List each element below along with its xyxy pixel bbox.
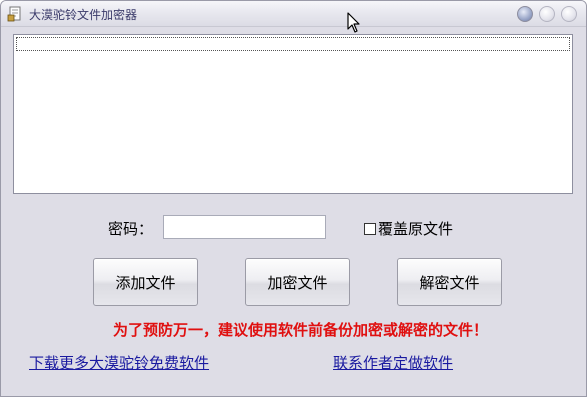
contact-author-link[interactable]: 联系作者定做软件 — [333, 352, 453, 373]
backup-warning: 为了预防万一，建议使用软件前备份加密或解密的文件！ — [112, 321, 488, 339]
title-bar[interactable]: 大漠驼铃文件加密器 — [1, 1, 586, 27]
password-input[interactable] — [163, 215, 326, 239]
decrypt-file-button[interactable]: 解密文件 — [397, 258, 502, 306]
maximize-button[interactable] — [539, 6, 555, 22]
window-title: 大漠驼铃文件加密器 — [29, 8, 138, 22]
file-list[interactable] — [13, 34, 573, 194]
file-list-focus-row[interactable] — [16, 37, 570, 51]
password-label: 密码： — [108, 220, 154, 238]
overwrite-label[interactable]: 覆盖原文件 — [378, 218, 453, 239]
download-more-link[interactable]: 下载更多大漠驼铃免费软件 — [29, 352, 209, 373]
mouse-pointer-icon — [347, 12, 361, 34]
app-window: 大漠驼铃文件加密器 密码： 覆盖原文件 添加文件 加密文件 解密文件 为了预防万… — [0, 0, 587, 397]
minimize-button[interactable] — [517, 6, 533, 22]
encrypt-file-button[interactable]: 加密文件 — [245, 258, 350, 306]
overwrite-checkbox[interactable] — [364, 222, 376, 235]
add-file-button[interactable]: 添加文件 — [93, 258, 198, 306]
overwrite-option[interactable]: 覆盖原文件 — [364, 218, 453, 239]
close-button[interactable] — [561, 6, 577, 22]
app-icon — [7, 6, 23, 22]
